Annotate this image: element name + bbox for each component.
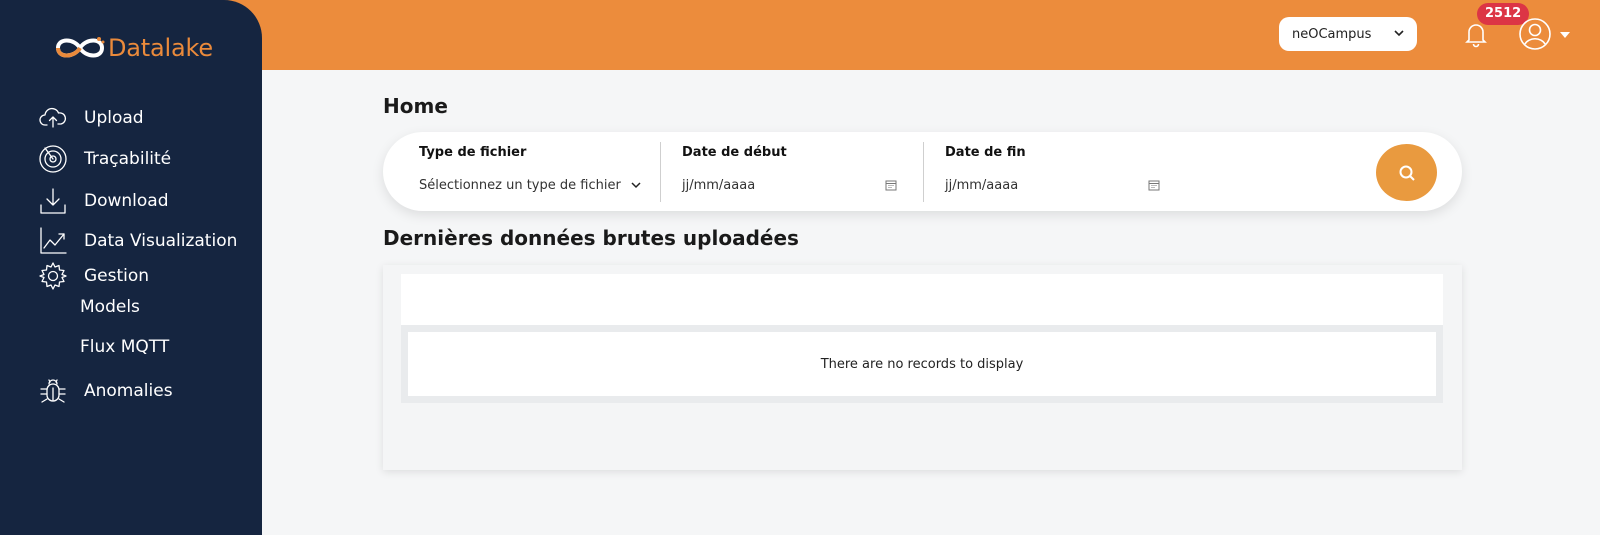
file-type-label: Type de fichier	[419, 145, 527, 160]
sidebar-item-anomalies[interactable]: Anomalies	[38, 376, 173, 406]
sidebar-item-label: Traçabilité	[84, 149, 172, 169]
end-date-label: Date de fin	[945, 145, 1026, 160]
table-header	[401, 274, 1443, 325]
empty-state-message: There are no records to display	[408, 332, 1436, 396]
sidebar-item-download[interactable]: Download	[38, 186, 169, 216]
start-date-filter[interactable]: Date de début jj/mm/aaaa	[682, 132, 912, 211]
download-icon	[38, 186, 68, 216]
sidebar-item-tracabilite[interactable]: Traçabilité	[38, 144, 171, 174]
search-icon	[1399, 165, 1415, 181]
logo[interactable]: Datalake	[52, 32, 213, 64]
sidebar-item-upload[interactable]: Upload	[38, 103, 144, 133]
sidebar-item-label: Upload	[84, 108, 144, 128]
sidebar-item-label: Data Visualization	[84, 231, 238, 251]
search-button[interactable]	[1376, 144, 1437, 201]
sidebar-item-data-visualization[interactable]: Data Visualization	[38, 226, 237, 256]
sidebar-item-label: Anomalies	[84, 381, 173, 401]
chevron-down-icon	[631, 182, 641, 189]
table-body: There are no records to display	[401, 325, 1443, 403]
sidebar-subitem-flux-mqtt[interactable]: Flux MQTT	[80, 337, 169, 357]
bug-icon	[38, 376, 68, 406]
file-type-select[interactable]: Sélectionnez un type de fichier	[419, 178, 621, 193]
sidebar-item-label: Download	[84, 191, 169, 211]
sidebar: Datalake Upload Traçabilité Download Dat…	[0, 0, 262, 535]
filter-divider	[923, 142, 924, 202]
start-date-label: Date de début	[682, 145, 787, 160]
sidebar-item-gestion[interactable]: Gestion	[38, 261, 149, 291]
filter-bar: Type de fichier Sélectionnez un type de …	[383, 132, 1462, 211]
section-title: Dernières données brutes uploadées	[383, 226, 799, 250]
chevron-down-icon	[1394, 30, 1404, 37]
file-type-filter[interactable]: Type de fichier Sélectionnez un type de …	[419, 132, 649, 211]
data-table: There are no records to display	[383, 265, 1462, 470]
caret-down-icon	[1560, 32, 1570, 38]
start-date-input[interactable]: jj/mm/aaaa	[682, 178, 755, 193]
filter-divider	[660, 142, 661, 202]
cloud-upload-icon	[38, 103, 68, 133]
page-title: Home	[383, 94, 448, 118]
calendar-icon[interactable]	[885, 179, 897, 191]
user-menu-button[interactable]	[1518, 17, 1574, 51]
campus-select[interactable]: neOCampus	[1279, 17, 1417, 51]
calendar-icon[interactable]	[1148, 179, 1160, 191]
sidebar-item-label: Gestion	[84, 266, 150, 286]
chart-icon	[38, 226, 68, 256]
end-date-filter[interactable]: Date de fin jj/mm/aaaa	[945, 132, 1175, 211]
infinity-logo-icon	[55, 37, 105, 58]
sidebar-subitem-models[interactable]: Models	[80, 297, 140, 317]
end-date-input[interactable]: jj/mm/aaaa	[945, 178, 1018, 193]
logo-text: Datalake	[108, 34, 213, 62]
campus-select-value: neOCampus	[1292, 26, 1372, 42]
user-avatar-icon	[1519, 18, 1551, 50]
radar-icon	[38, 144, 68, 174]
gear-icon	[38, 261, 68, 291]
